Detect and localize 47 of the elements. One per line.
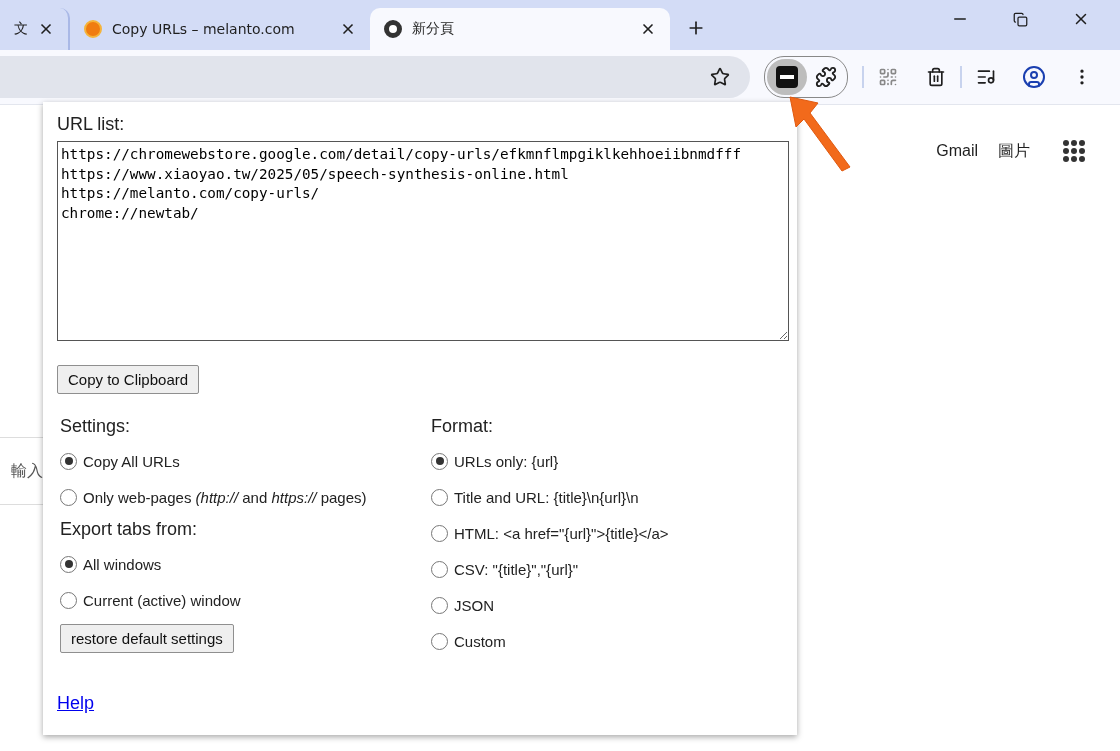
restore-icon[interactable] bbox=[1013, 10, 1028, 28]
radio-option[interactable]: Title and URL: {title}\n{url}\n bbox=[431, 479, 789, 515]
header-link[interactable]: 圖片 bbox=[998, 140, 1030, 162]
option-label: Only web-pages (http:// and https:// pages) bbox=[83, 488, 367, 506]
close-icon[interactable] bbox=[340, 21, 356, 37]
radio-option[interactable]: Only web-pages (http:// and https:// pages) bbox=[60, 479, 428, 515]
radio-option[interactable]: JSON bbox=[431, 587, 789, 623]
option-label: Current (active) window bbox=[83, 591, 241, 609]
browser-logo-icon bbox=[384, 20, 402, 38]
browser-tab[interactable]: Copy URLs – melanto.com bbox=[70, 8, 370, 50]
apps-grid-icon[interactable] bbox=[1062, 139, 1086, 163]
profile-icon[interactable] bbox=[1022, 65, 1046, 89]
option-label: URLs only: {url} bbox=[454, 452, 559, 470]
radio-option[interactable]: URLs only: {url} bbox=[431, 443, 789, 479]
browser-tab[interactable]: 新分頁 bbox=[370, 8, 670, 50]
url-list-label: URL list: bbox=[57, 114, 126, 135]
restore-button[interactable]: restore default settings bbox=[60, 624, 234, 653]
radio-option[interactable]: Custom bbox=[431, 623, 789, 659]
extension-button[interactable] bbox=[767, 59, 807, 95]
radio-option[interactable]: CSV: "{title}","{url}" bbox=[431, 551, 789, 587]
playlist-icon[interactable] bbox=[976, 67, 996, 87]
close-icon[interactable] bbox=[38, 21, 54, 37]
option-label: Copy All URLs bbox=[83, 452, 180, 470]
radio-option[interactable]: Current (active) window bbox=[60, 582, 428, 618]
section-heading: Export tabs from: bbox=[60, 519, 199, 540]
option-label: Title and URL: {title}\n{url}\n bbox=[454, 488, 639, 506]
radio-option[interactable]: Copy All URLs bbox=[60, 443, 428, 479]
header-link[interactable]: Gmail bbox=[936, 142, 978, 160]
close-icon[interactable] bbox=[640, 21, 656, 37]
star-icon[interactable] bbox=[710, 67, 730, 87]
url-badge-icon bbox=[776, 66, 798, 88]
radio-option[interactable]: All windows bbox=[60, 546, 428, 582]
radio-option[interactable]: HTML: <a href="{url}">{title}</a> bbox=[431, 515, 789, 551]
qr-code-icon[interactable] bbox=[878, 67, 898, 87]
option-label: CSV: "{title}","{url}" bbox=[454, 560, 579, 578]
option-label: Custom bbox=[454, 632, 506, 650]
site-favicon-icon bbox=[84, 20, 102, 38]
help-link[interactable]: Help bbox=[57, 693, 95, 714]
section-heading: Settings: bbox=[60, 416, 132, 437]
url-list-field[interactable]: https://chromewebstore.google.com/detail/copy-urls/efkmnflmpgiklkehhoeiibnmdfff https://www.xiaoyao.tw/2025/05/speech-synthesis-online.html https://melanto.com/copy-urls/ chrome://newtab/ bbox=[57, 141, 789, 341]
option-label: JSON bbox=[454, 596, 494, 614]
puzzle-icon[interactable] bbox=[815, 66, 837, 88]
section-heading: Format: bbox=[431, 416, 494, 437]
option-label: All windows bbox=[83, 555, 162, 573]
option-label: HTML: <a href="{url}">{title}</a> bbox=[454, 524, 669, 542]
copy-button[interactable]: Copy to Clipboard bbox=[57, 365, 200, 394]
trash-icon[interactable] bbox=[926, 67, 946, 87]
